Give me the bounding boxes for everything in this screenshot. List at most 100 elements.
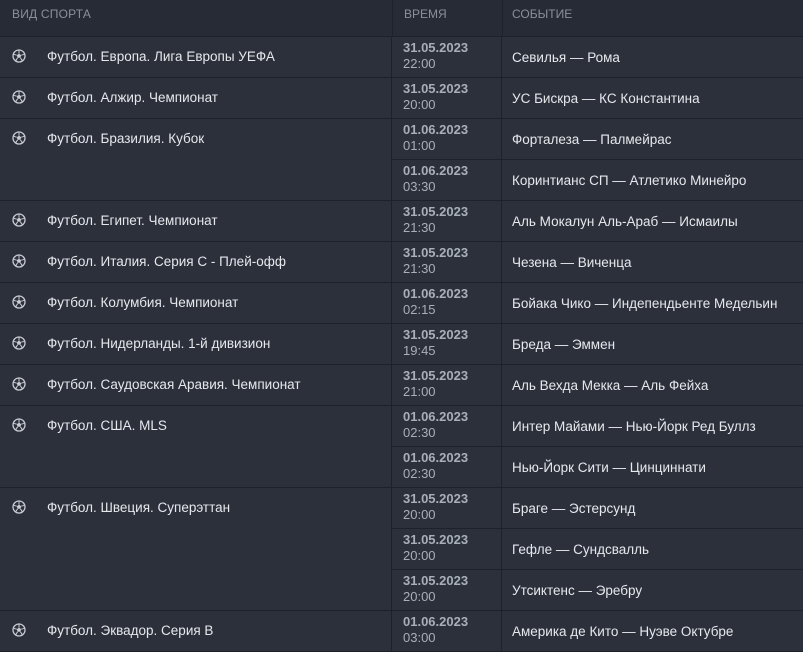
event-row[interactable]: 01.06.2023 02:30 Интер Майами — Нью-Йорк Р… — [392, 406, 803, 447]
time-cell: 31.05.2023 20:00 — [392, 529, 502, 569]
time-cell: 31.05.2023 21:00 — [392, 365, 502, 405]
sport-cell[interactable]: Футбол. Египет. Чемпионат — [0, 201, 392, 241]
sport-name: Футбол. Нидерланды. 1-й дивизион — [47, 336, 271, 351]
event-row[interactable]: 31.05.2023 20:00 УС Бискра — КС Константин… — [392, 78, 803, 118]
soccer-ball-icon — [12, 49, 26, 63]
table-body: Футбол. Европа. Лига Европы УЕФА 31.05.20… — [0, 37, 803, 652]
soccer-ball-icon — [12, 500, 26, 514]
sport-cell[interactable]: Футбол. Европа. Лига Европы УЕФА — [0, 37, 392, 77]
event-link[interactable]: Нью-Йорк Сити — Цинциннати — [502, 447, 803, 487]
event-date: 31.05.2023 — [403, 81, 469, 96]
event-row[interactable]: 31.05.2023 20:00 Утсиктенс — Эребру — [392, 570, 803, 610]
sport-cell[interactable]: Футбол. Колумбия. Чемпионат — [0, 283, 392, 323]
event-link[interactable]: Браге — Эстерсунд — [502, 488, 803, 528]
event-link[interactable]: Аль Мокалун Аль-Араб — Исмаилы — [502, 201, 803, 241]
sport-group: Футбол. Нидерланды. 1-й дивизион 31.05.20… — [0, 324, 803, 365]
event-row[interactable]: 31.05.2023 21:30 Чезена — Виченца — [392, 242, 803, 282]
event-link[interactable]: Чезена — Виченца — [502, 242, 803, 282]
event-link[interactable]: Аль Вехда Мекка — Аль Фейха — [502, 365, 803, 405]
event-row[interactable]: 01.06.2023 02:15 Бойака Чико — Индепендьен… — [392, 283, 803, 323]
sport-cell[interactable]: Футбол. Бразилия. Кубок — [0, 119, 392, 200]
event-time: 02:30 — [403, 425, 436, 440]
sport-cell[interactable]: Футбол. Алжир. Чемпионат — [0, 78, 392, 118]
event-link[interactable]: Америка де Кито — Нуэве Октубре — [502, 611, 803, 651]
time-cell: 01.06.2023 02:30 — [392, 406, 502, 446]
time-cell: 31.05.2023 20:00 — [392, 570, 502, 610]
event-link[interactable]: Бреда — Эммен — [502, 324, 803, 364]
event-row[interactable]: 31.05.2023 19:45 Бреда — Эммен — [392, 324, 803, 364]
table-header: ВИД СПОРТА ВРЕМЯ СОБЫТИЕ — [0, 0, 803, 37]
sport-name: Футбол. Саудовская Аравия. Чемпионат — [47, 377, 301, 392]
time-cell: 31.05.2023 21:30 — [392, 201, 502, 241]
sport-cell[interactable]: Футбол. Италия. Серия С - Плей-офф — [0, 242, 392, 282]
event-date: 01.06.2023 — [403, 122, 469, 137]
sport-cell[interactable]: Футбол. Швеция. Суперэттан — [0, 488, 392, 610]
soccer-ball-icon — [12, 623, 26, 637]
event-link[interactable]: Севилья — Рома — [502, 37, 803, 77]
event-link[interactable]: Бойака Чико — Индепендьенте Медельин — [502, 283, 803, 323]
sport-name: Футбол. США. MLS — [47, 418, 167, 433]
event-link[interactable]: Интер Майами — Нью-Йорк Ред Буллз — [502, 406, 803, 446]
soccer-ball-icon — [12, 377, 26, 391]
event-time: 21:30 — [403, 220, 436, 235]
event-time: 02:15 — [403, 302, 436, 317]
event-date: 01.06.2023 — [403, 286, 469, 301]
sport-group: Футбол. Италия. Серия С - Плей-офф 31.05.… — [0, 242, 803, 283]
sport-name: Футбол. Эквадор. Серия B — [47, 623, 214, 638]
sport-group: Футбол. Саудовская Аравия. Чемпионат 31.0… — [0, 365, 803, 406]
soccer-ball-icon — [12, 295, 26, 309]
event-date: 31.05.2023 — [403, 327, 469, 342]
time-cell: 31.05.2023 20:00 — [392, 488, 502, 528]
event-row[interactable]: 31.05.2023 21:00 Аль Вехда Мекка — Аль Фей… — [392, 365, 803, 405]
event-date: 01.06.2023 — [403, 614, 469, 629]
time-cell: 31.05.2023 20:00 — [392, 78, 502, 118]
event-time: 03:30 — [403, 179, 436, 194]
event-row[interactable]: 01.06.2023 01:00 Форталеза — Палмейрас — [392, 119, 803, 160]
event-time: 20:00 — [403, 589, 436, 604]
soccer-ball-icon — [12, 254, 26, 268]
time-cell: 01.06.2023 02:15 — [392, 283, 502, 323]
sport-group: Футбол. Бразилия. Кубок 01.06.2023 01:00 Фо… — [0, 119, 803, 201]
event-link[interactable]: Утсиктенс — Эребру — [502, 570, 803, 610]
event-row[interactable]: 01.06.2023 02:30 Нью-Йорк Сити — Цинциннат… — [392, 447, 803, 487]
event-link[interactable]: Форталеза — Палмейрас — [502, 119, 803, 159]
event-link[interactable]: Коринтианс СП — Атлетико Минейро — [502, 160, 803, 200]
events-table: ВИД СПОРТА ВРЕМЯ СОБЫТИЕ Футбол. Европа.… — [0, 0, 803, 652]
event-date: 01.06.2023 — [403, 409, 469, 424]
sport-cell[interactable]: Футбол. Нидерланды. 1-й дивизион — [0, 324, 392, 364]
event-link[interactable]: УС Бискра — КС Константина — [502, 78, 803, 118]
event-row[interactable]: 31.05.2023 20:00 Браге — Эстерсунд — [392, 488, 803, 529]
sport-group: Футбол. Колумбия. Чемпионат 01.06.2023 02:… — [0, 283, 803, 324]
event-time: 21:30 — [403, 261, 436, 276]
event-date: 31.05.2023 — [403, 491, 469, 506]
sport-name: Футбол. Алжир. Чемпионат — [47, 90, 218, 105]
event-row[interactable]: 31.05.2023 22:00 Севилья — Рома — [392, 37, 803, 77]
event-time: 03:00 — [403, 630, 436, 645]
event-row[interactable]: 01.06.2023 03:30 Коринтианс СП — Атлетико … — [392, 160, 803, 200]
event-time: 21:00 — [403, 384, 436, 399]
sport-name: Футбол. Египет. Чемпионат — [47, 213, 218, 228]
event-link[interactable]: Гефле — Сундсвалль — [502, 529, 803, 569]
event-row[interactable]: 31.05.2023 21:30 Аль Мокалун Аль-Араб — Ис… — [392, 201, 803, 241]
event-time: 20:00 — [403, 97, 436, 112]
time-cell: 01.06.2023 03:00 — [392, 611, 502, 651]
event-row[interactable]: 01.06.2023 03:00 Америка де Кито — Нуэве О… — [392, 611, 803, 651]
sport-group: Футбол. Египет. Чемпионат 31.05.2023 21:30… — [0, 201, 803, 242]
event-time: 01:00 — [403, 138, 436, 153]
time-cell: 31.05.2023 21:30 — [392, 242, 502, 282]
time-cell: 01.06.2023 02:30 — [392, 447, 502, 487]
soccer-ball-icon — [12, 418, 26, 432]
soccer-ball-icon — [12, 90, 26, 104]
sport-cell[interactable]: Футбол. Эквадор. Серия B — [0, 611, 392, 651]
event-row[interactable]: 31.05.2023 20:00 Гефле — Сундсвалль — [392, 529, 803, 570]
event-time: 02:30 — [403, 466, 436, 481]
event-time: 19:45 — [403, 343, 436, 358]
event-time: 20:00 — [403, 548, 436, 563]
sport-cell[interactable]: Футбол. Саудовская Аравия. Чемпионат — [0, 365, 392, 405]
event-date: 01.06.2023 — [403, 450, 469, 465]
event-date: 31.05.2023 — [403, 368, 469, 383]
time-cell: 01.06.2023 01:00 — [392, 119, 502, 159]
soccer-ball-icon — [12, 131, 26, 145]
sport-cell[interactable]: Футбол. США. MLS — [0, 406, 392, 487]
time-cell: 01.06.2023 03:30 — [392, 160, 502, 200]
